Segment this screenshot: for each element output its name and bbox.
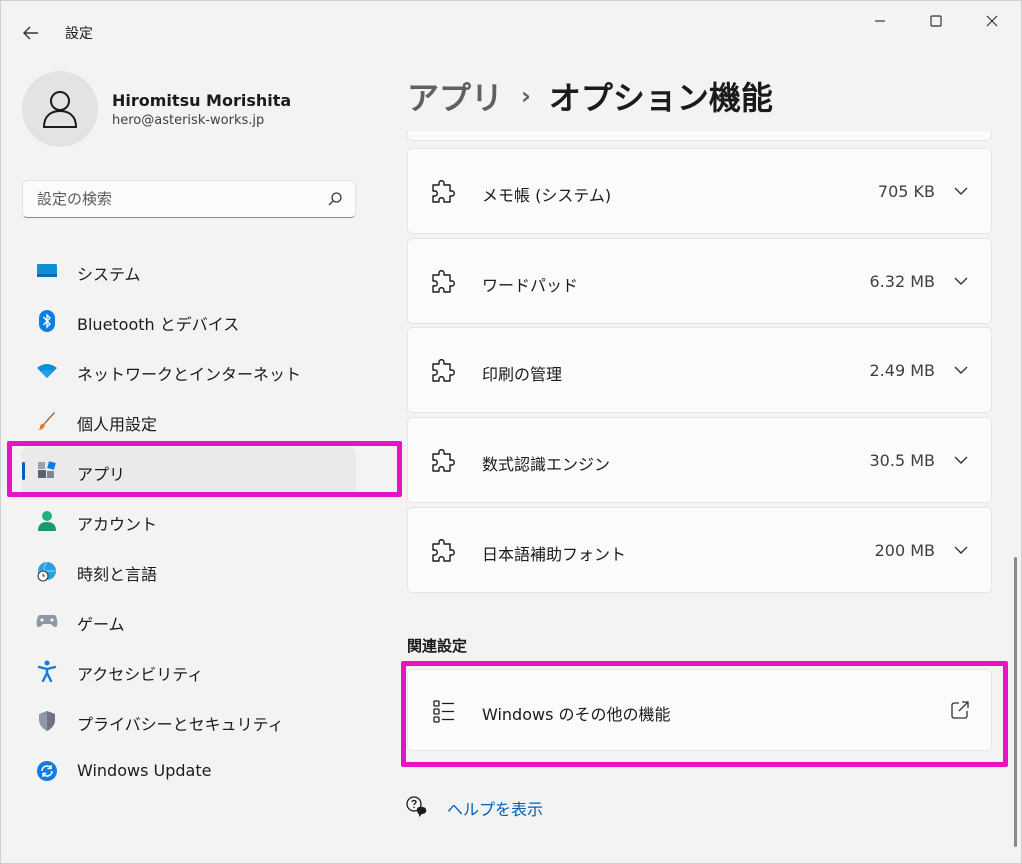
highlight-windows-features: [401, 661, 1008, 767]
chevron-down-icon[interactable]: [953, 185, 969, 197]
help-link[interactable]: ヘルプを表示: [447, 796, 543, 820]
search-input[interactable]: [23, 181, 313, 217]
sidebar-item-label: システム: [77, 265, 141, 284]
sidebar-item-privacy[interactable]: プライバシーとセキュリティ: [22, 697, 356, 747]
chevron-down-icon[interactable]: [953, 275, 969, 287]
paintbrush-icon: [36, 410, 58, 432]
sidebar-item-label: Windows Update: [77, 761, 212, 780]
sidebar-item-label: ゲーム: [77, 615, 125, 634]
feature-card[interactable]: 日本語補助フォント 200 MB: [407, 507, 992, 593]
user-profile[interactable]: Hiromitsu Morishita hero@asterisk-works.…: [22, 71, 362, 151]
close-icon: [986, 15, 998, 27]
sidebar-item-gaming[interactable]: ゲーム: [22, 597, 356, 647]
bluetooth-icon: [36, 310, 58, 332]
system-monitor-icon: [36, 260, 58, 282]
puzzle-piece-icon: [432, 539, 455, 562]
search-icon[interactable]: [327, 191, 343, 207]
sidebar-item-accessibility[interactable]: アクセシビリティ: [22, 647, 356, 697]
sidebar-item-label: 時刻と言語: [77, 565, 158, 584]
sidebar-item-label: アカウント: [77, 515, 158, 534]
sidebar-nav: システム Bluetooth とデバイス ネットワークとインターネット 個人用設…: [22, 247, 362, 797]
settings-window: 設定 Hiromitsu Morishita hero@asterisk-wor…: [0, 0, 1022, 864]
minimize-icon: [875, 20, 885, 22]
sidebar-item-label: プライバシーとセキュリティ: [77, 715, 284, 734]
scrollbar-thumb[interactable]: [1014, 557, 1017, 847]
related-settings-heading: 関連設定: [407, 637, 468, 655]
feature-size: 200 MB: [874, 541, 935, 560]
puzzle-piece-icon: [432, 180, 455, 203]
close-button[interactable]: [964, 1, 1020, 41]
feature-name: 数式認識エンジン: [482, 455, 611, 474]
feature-size: 30.5 MB: [869, 451, 936, 470]
feature-size: 705 KB: [877, 182, 935, 201]
chevron-down-icon[interactable]: [953, 544, 969, 556]
sidebar-item-accounts[interactable]: アカウント: [22, 497, 356, 547]
chevron-down-icon[interactable]: [953, 454, 969, 466]
app-title: 設定: [65, 26, 93, 42]
puzzle-piece-icon: [432, 449, 455, 472]
sidebar-item-windows-update[interactable]: Windows Update: [22, 747, 356, 797]
shield-icon: [36, 710, 58, 732]
maximize-icon: [930, 15, 942, 27]
globe-clock-icon: [36, 560, 58, 582]
wifi-icon: [36, 360, 58, 382]
feature-name: 日本語補助フォント: [482, 545, 627, 564]
feature-name: 印刷の管理: [482, 365, 563, 384]
sidebar-item-personalization[interactable]: 個人用設定: [22, 397, 356, 447]
avatar: [22, 71, 98, 147]
puzzle-piece-icon: [432, 270, 455, 293]
feature-card[interactable]: 印刷の管理 2.49 MB: [407, 327, 992, 413]
sidebar-item-label: Bluetooth とデバイス: [77, 315, 240, 334]
maximize-button[interactable]: [908, 1, 964, 41]
sidebar-item-label: 個人用設定: [77, 415, 158, 434]
page-title: オプション機能: [548, 79, 773, 117]
back-button[interactable]: [15, 17, 47, 49]
breadcrumb: アプリ › オプション機能: [407, 73, 773, 119]
feature-size: 6.32 MB: [869, 272, 936, 291]
sidebar-item-system[interactable]: システム: [22, 247, 356, 297]
title-bar: 設定: [1, 1, 1021, 45]
sidebar-item-label: アクセシビリティ: [77, 665, 204, 684]
windows-update-icon: [36, 760, 58, 782]
feature-name: メモ帳 (システム): [482, 186, 612, 205]
account-icon: [36, 510, 58, 532]
chevron-down-icon[interactable]: [953, 364, 969, 376]
user-name: Hiromitsu Morishita: [112, 91, 292, 110]
user-email: hero@asterisk-works.jp: [112, 113, 265, 128]
gamepad-icon: [36, 610, 58, 632]
help-chat-icon: [406, 796, 427, 817]
feature-name: ワードパッド: [482, 276, 579, 295]
feature-size: 2.49 MB: [869, 361, 936, 380]
highlight-apps-nav: [7, 441, 402, 497]
puzzle-piece-icon: [432, 359, 455, 382]
breadcrumb-parent[interactable]: アプリ: [407, 79, 503, 117]
person-icon: [42, 91, 78, 128]
feature-card[interactable]: メモ帳 (システム) 705 KB: [407, 148, 992, 234]
accessibility-icon: [36, 660, 58, 682]
sidebar-item-bluetooth[interactable]: Bluetooth とデバイス: [22, 297, 356, 347]
feature-card[interactable]: ワードパッド 6.32 MB: [407, 238, 992, 324]
sidebar-item-time-language[interactable]: 時刻と言語: [22, 547, 356, 597]
minimize-button[interactable]: [852, 1, 908, 41]
sidebar-item-label: ネットワークとインターネット: [77, 365, 302, 384]
feature-card[interactable]: 数式認識エンジン 30.5 MB: [407, 417, 992, 503]
sidebar-item-network[interactable]: ネットワークとインターネット: [22, 347, 356, 397]
breadcrumb-separator: ›: [521, 82, 531, 110]
feature-card-partial: [407, 131, 992, 141]
arrow-left-icon: [23, 26, 38, 40]
search-box: [22, 180, 356, 218]
